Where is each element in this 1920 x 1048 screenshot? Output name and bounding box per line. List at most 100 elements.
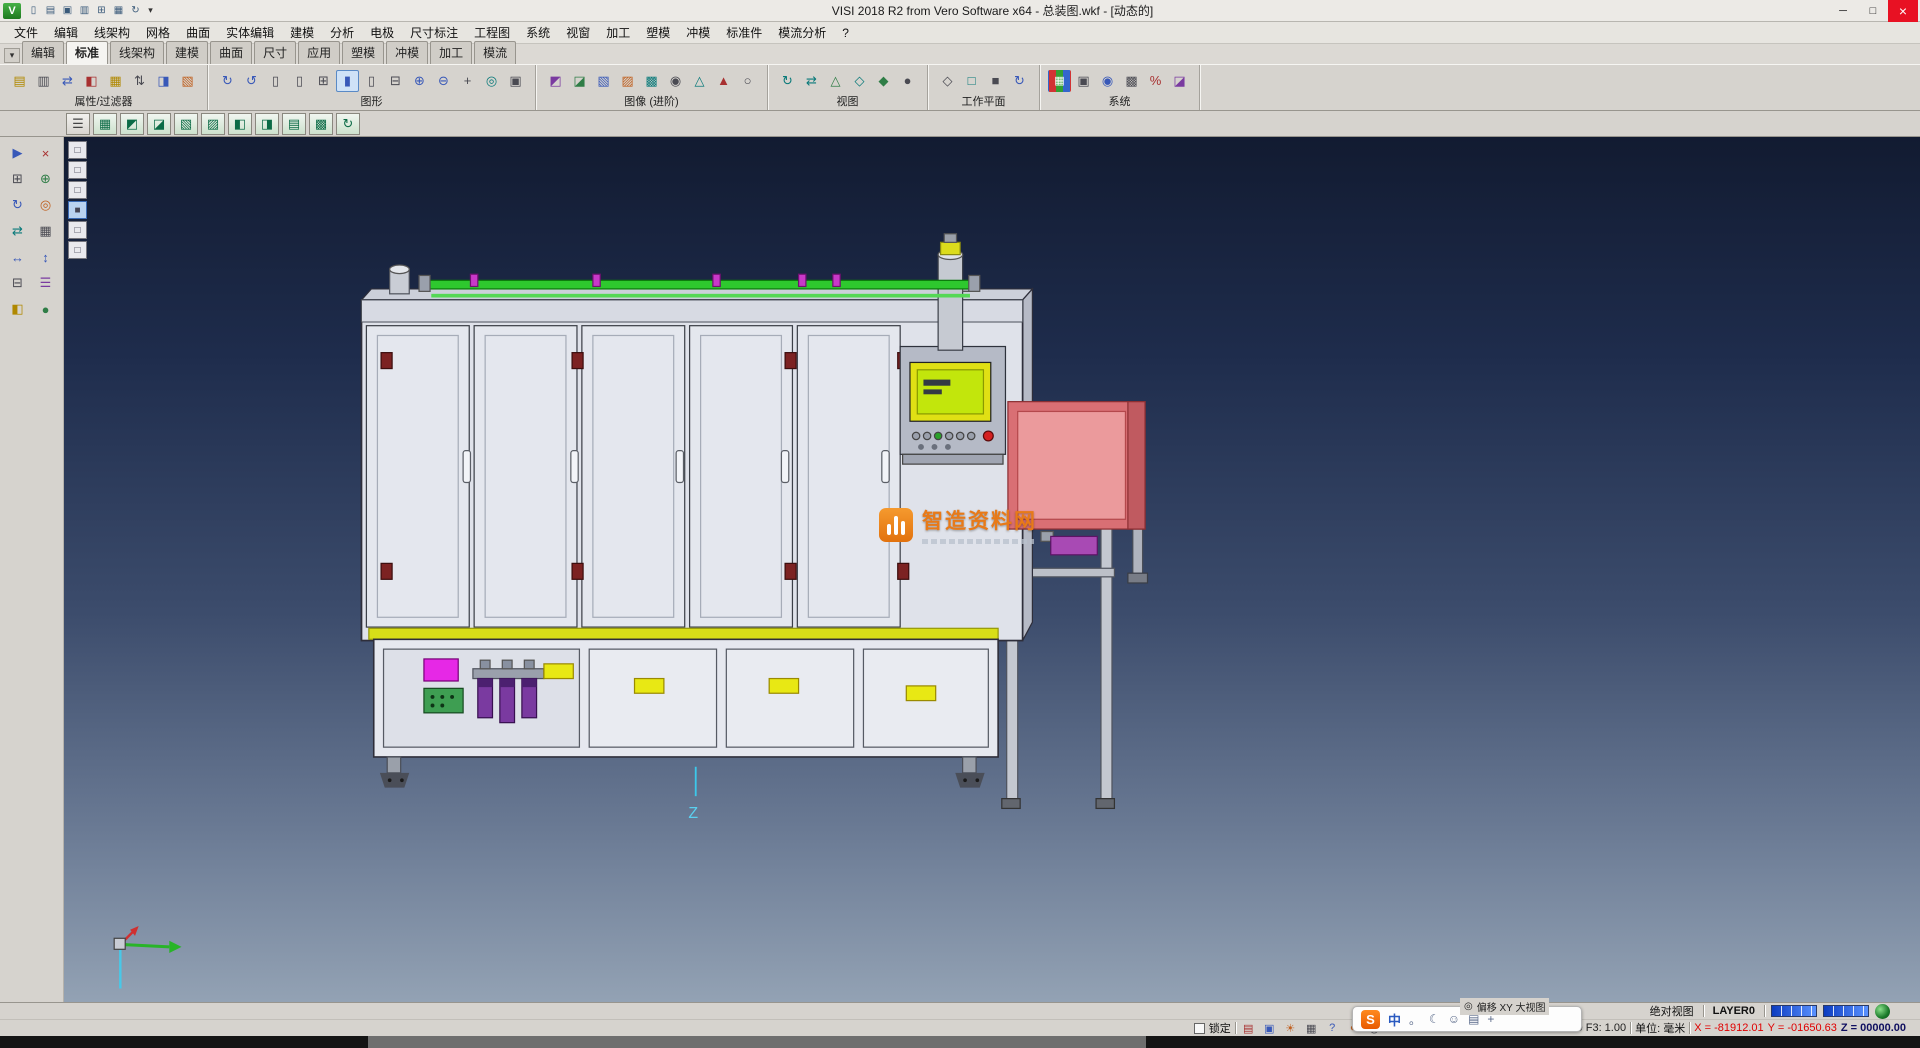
toolbar-redraw-icon[interactable]: ↻ [216,70,239,92]
toolbar-zoom-in-icon[interactable]: ⊕ [408,70,431,92]
toolbar-workplane-entity-icon[interactable]: □ [960,70,983,92]
toolbar-sketch-icon[interactable]: △ [688,70,711,92]
view-refresh-icon[interactable]: ↻ [336,113,360,135]
lt-list-icon[interactable]: ☰ [33,271,59,295]
status-log-icon[interactable]: ▤ [1240,1021,1257,1036]
qa-open-icon[interactable]: ▤ [42,3,59,19]
view-bottom-icon[interactable]: ▩ [309,113,333,135]
toolbar-regen-icon[interactable]: ↺ [240,70,263,92]
toolbar-camera-icon[interactable]: ● [896,70,919,92]
toolbar-workplane-standard-icon[interactable]: ◇ [936,70,959,92]
qa-preview-icon[interactable]: ▦ [110,3,127,19]
tab-standard[interactable]: 标准 [66,41,108,64]
menu-item-standard-parts[interactable]: 标准件 [718,22,770,43]
lt-select-icon[interactable]: ▶ [5,141,31,165]
lt-rotate-icon[interactable]: ↻ [5,193,31,217]
tab-mold[interactable]: 塑模 [342,41,384,64]
status-help-icon[interactable]: ? [1324,1021,1341,1036]
toolbar-render-icon[interactable]: ▨ [616,70,639,92]
close-button[interactable]: × [1888,0,1918,22]
toolbar-system-colors-icon[interactable]: ▦ [1048,70,1071,92]
toolbar-texture-icon[interactable]: ▩ [640,70,663,92]
status-tip-icon[interactable]: ☀ [1282,1021,1299,1036]
toolbar-attr-copy-icon[interactable]: ▤ [8,70,31,92]
toolbar-hide-show-icon[interactable]: ▣ [504,70,527,92]
menu-item-help[interactable]: ? [834,24,857,42]
quick-access-caret-icon[interactable]: ▾ [144,5,157,16]
display-edges-icon[interactable]: □ [68,241,87,259]
toolbar-system-display-icon[interactable]: ▣ [1072,70,1095,92]
toolbar-pan-icon[interactable]: + [456,70,479,92]
qa-undo-icon[interactable]: ↻ [127,3,144,19]
menu-item-dimension[interactable]: 尺寸标注 [402,22,466,43]
lt-measure-y-icon[interactable]: ↕ [33,245,59,269]
views-menu-icon[interactable]: ☰ [66,113,90,135]
toolbar-zoom-out-icon[interactable]: ⊖ [432,70,455,92]
toolbar-view-iso-page-icon[interactable]: ▯ [360,70,383,92]
ime-emoji-icon[interactable]: ☺ [1448,1012,1460,1026]
toolbar-system-globe-icon[interactable]: ◉ [1096,70,1119,92]
tab-application[interactable]: 应用 [298,41,340,64]
tab-dimension[interactable]: 尺寸 [254,41,296,64]
toolbar-wireframe-display-icon[interactable]: ◪ [568,70,591,92]
status-globe-icon[interactable] [1875,1004,1890,1019]
ime-language-toggle[interactable]: 中 [1388,1010,1401,1029]
menu-item-system[interactable]: 系统 [518,22,558,43]
3d-viewport[interactable]: □ □ □ ■ □ □ [64,137,1920,1002]
ime-punctuation-icon[interactable]: 。 [1409,1011,1421,1028]
toolbar-rotate-view-icon[interactable]: ↻ [776,70,799,92]
menu-item-modeling[interactable]: 建模 [282,22,322,43]
minimize-button[interactable]: ─ [1828,0,1858,22]
tab-wireframe[interactable]: 线架构 [110,41,164,64]
maximize-button[interactable]: □ [1858,0,1888,22]
menu-item-machining[interactable]: 加工 [598,22,638,43]
ime-logo-icon[interactable]: S [1361,1010,1380,1029]
toolbar-system-shade-icon[interactable]: ◪ [1168,70,1191,92]
lt-point-icon[interactable]: ● [33,297,59,321]
toolbar-dynamic-rotate-icon[interactable]: ◎ [480,70,503,92]
view-iso-nw-icon[interactable]: ◪ [147,113,171,135]
toolbar-snapshot-icon[interactable]: ◉ [664,70,687,92]
toolbar-zoom-all-icon[interactable]: ⊟ [384,70,407,92]
toolbar-system-tolerance-icon[interactable]: % [1144,70,1167,92]
tab-edit[interactable]: 编辑 [22,41,64,64]
menu-item-die[interactable]: 冲模 [678,22,718,43]
qa-new-icon[interactable]: ▯ [25,3,42,19]
lt-measure-x-icon[interactable]: ↔ [5,245,31,269]
menu-item-moldflow[interactable]: 模流分析 [770,22,834,43]
menu-item-solid-edit[interactable]: 实体编辑 [218,22,282,43]
toolbar-view-multi-icon[interactable]: ⊞ [312,70,335,92]
toolbar-zoom-window-icon[interactable]: ▮ [336,70,359,92]
ime-mode-icon[interactable]: ☾ [1429,1012,1440,1026]
taskbar-segment[interactable] [368,1036,1146,1048]
lt-delete-icon[interactable]: × [33,141,59,165]
menu-item-file[interactable]: 文件 [6,22,46,43]
tab-die[interactable]: 冲模 [386,41,428,64]
view-back-icon[interactable]: ▤ [282,113,306,135]
toolbar-iso-view-icon[interactable]: ◆ [872,70,895,92]
display-shaded-icon[interactable]: ■ [68,201,87,219]
toolbar-filter-type-icon[interactable]: ◨ [152,70,175,92]
tab-surface[interactable]: 曲面 [210,41,252,64]
toolbar-flip-view-icon[interactable]: ⇄ [800,70,823,92]
toolbar-filter-color-icon[interactable]: ⇅ [128,70,151,92]
qa-saveall-icon[interactable]: ▥ [76,3,93,19]
toolbar-highlight-icon[interactable]: ▲ [712,70,735,92]
lt-zoom-out-icon[interactable]: ⊟ [5,271,31,295]
toolbar-normal-view-icon[interactable]: ◇ [848,70,871,92]
toolbar-filter-layer-icon[interactable]: ▦ [104,70,127,92]
status-calculator-icon[interactable]: ▦ [1303,1021,1320,1036]
menu-item-electrode[interactable]: 电极 [362,22,402,43]
view-top-icon[interactable]: ▧ [174,113,198,135]
view-front-icon[interactable]: ▨ [201,113,225,135]
display-dashed-icon[interactable]: □ [68,181,87,199]
display-transparent-icon[interactable]: □ [68,221,87,239]
toolbar-attr-swap-icon[interactable]: ⇄ [56,70,79,92]
tabs-caret-icon[interactable]: ▾ [4,48,20,63]
lt-target-icon[interactable]: ◎ [33,193,59,217]
view-right-icon[interactable]: ◨ [255,113,279,135]
display-wireframe-icon[interactable]: □ [68,141,87,159]
view-iso-ne-icon[interactable]: ◩ [120,113,144,135]
toolbar-attr-paste-icon[interactable]: ▥ [32,70,55,92]
toolbar-workplane-rotate-icon[interactable]: ↻ [1008,70,1031,92]
